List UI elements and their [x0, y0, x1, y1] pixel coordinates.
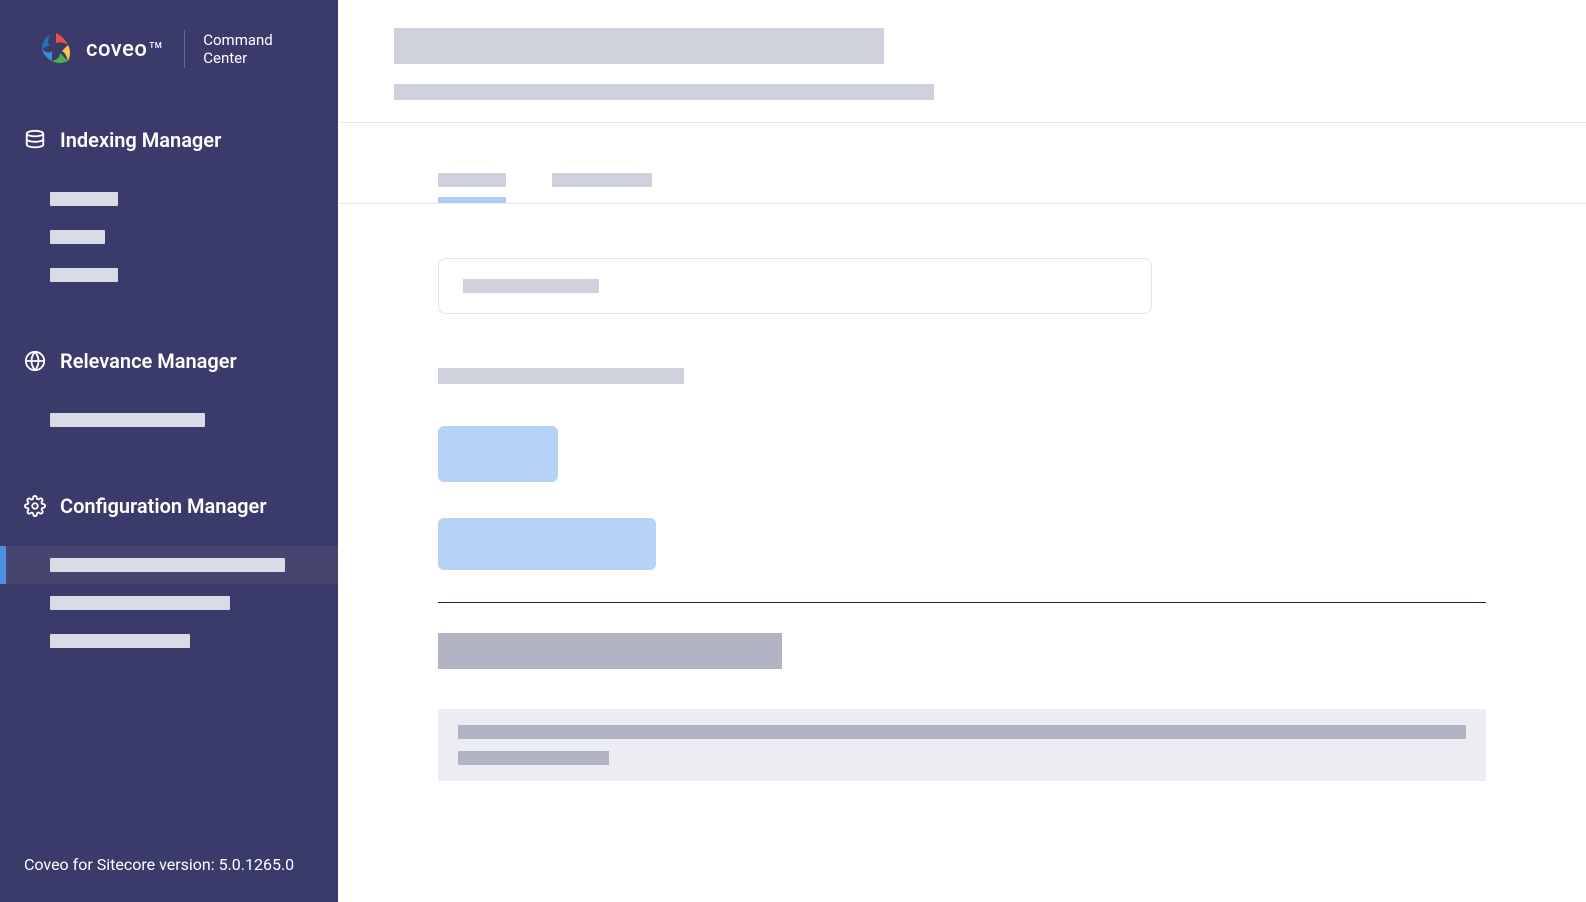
- logo-divider: [184, 30, 185, 68]
- nav-title-configuration: Configuration Manager: [60, 494, 267, 518]
- info-text-line: [458, 725, 1466, 739]
- nav-item[interactable]: [0, 584, 338, 622]
- gear-icon: [24, 495, 46, 517]
- database-icon: [24, 129, 46, 151]
- input-placeholder: [463, 279, 599, 293]
- brand-subtitle-line2: Center: [203, 49, 273, 67]
- info-text-line: [458, 751, 609, 765]
- nav-title-indexing: Indexing Manager: [60, 128, 221, 152]
- nav-item[interactable]: [50, 180, 338, 218]
- sidebar-footer: Coveo for Sitecore version: 5.0.1265.0: [24, 855, 294, 874]
- nav-item-label-placeholder: [50, 230, 105, 244]
- nav-header-indexing[interactable]: Indexing Manager: [0, 118, 338, 162]
- brand-subtitle-line1: Command: [203, 31, 273, 49]
- sidebar: coveo TM Command Center Indexing Manager: [0, 0, 338, 902]
- nav-item[interactable]: [0, 622, 338, 660]
- field-label: [438, 368, 1486, 384]
- brand-name-text: coveo: [86, 37, 147, 62]
- content-body: [338, 258, 1586, 781]
- nav-item-label-placeholder: [50, 558, 285, 572]
- tab-label-placeholder: [552, 173, 652, 187]
- nav-item-label-placeholder: [50, 596, 230, 610]
- section-divider: [438, 602, 1486, 603]
- nav-section-relevance: Relevance Manager: [0, 339, 338, 439]
- nav-section-configuration: Configuration Manager: [0, 484, 338, 660]
- tab-active[interactable]: [438, 173, 506, 203]
- nav-item-label-placeholder: [50, 413, 205, 427]
- text-input[interactable]: [438, 258, 1152, 314]
- brand-name: coveo TM: [86, 37, 162, 62]
- brand-tm: TM: [149, 41, 162, 50]
- nav-header-relevance[interactable]: Relevance Manager: [0, 339, 338, 383]
- tabs: [338, 123, 1586, 204]
- field-label-placeholder: [438, 368, 684, 384]
- nav-item-label-placeholder: [50, 634, 190, 648]
- main-content: [338, 0, 1586, 902]
- nav-items-indexing: [0, 180, 338, 294]
- tab-label-placeholder: [438, 173, 506, 187]
- section-heading-placeholder: [438, 633, 782, 669]
- brand-subtitle: Command Center: [203, 31, 273, 67]
- nav-item[interactable]: [50, 218, 338, 256]
- nav-items-relevance: [0, 401, 338, 439]
- nav-item-label-placeholder: [50, 268, 118, 282]
- action-button-small[interactable]: [438, 426, 558, 482]
- page-subtitle-placeholder: [394, 84, 934, 100]
- coveo-logo-icon: [38, 31, 74, 67]
- nav-item-label-placeholder: [50, 192, 118, 206]
- page-header: [338, 0, 1586, 123]
- tab[interactable]: [552, 173, 652, 203]
- nav-item[interactable]: [50, 256, 338, 294]
- page-title-placeholder: [394, 28, 884, 64]
- nav-title-relevance: Relevance Manager: [60, 349, 237, 373]
- nav-header-configuration[interactable]: Configuration Manager: [0, 484, 338, 528]
- globe-icon: [24, 350, 46, 372]
- nav-item[interactable]: [50, 401, 338, 439]
- logo-area: coveo TM Command Center: [0, 0, 338, 88]
- info-panel: [438, 709, 1486, 781]
- nav-item-active[interactable]: [0, 546, 338, 584]
- action-button-large[interactable]: [438, 518, 656, 570]
- nav-items-configuration: [0, 546, 338, 660]
- section-heading: [438, 633, 1486, 669]
- nav-section-indexing: Indexing Manager: [0, 118, 338, 294]
